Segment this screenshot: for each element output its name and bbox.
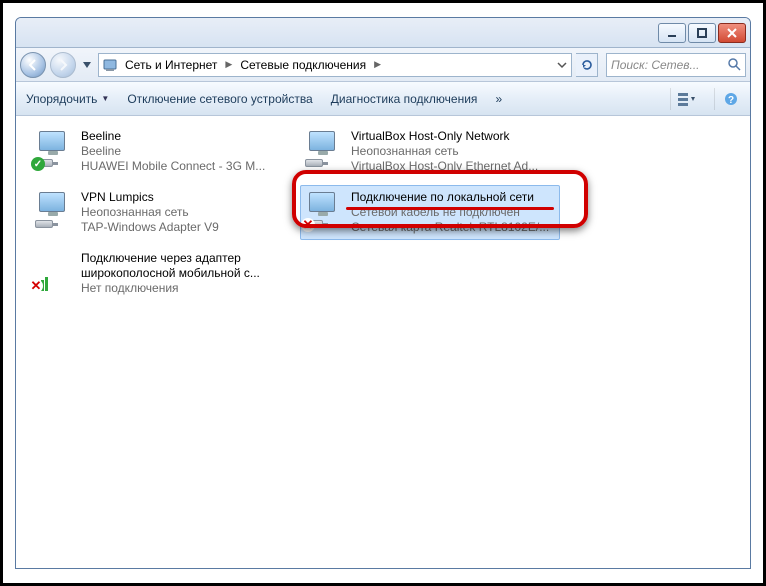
connection-name: Подключение по локальной сети bbox=[351, 190, 549, 205]
navigation-bar: Сеть и Интернет ▶ Сетевые подключения ▶ … bbox=[16, 48, 750, 82]
help-button[interactable]: ? bbox=[714, 88, 740, 110]
connection-icon bbox=[303, 129, 343, 169]
close-button[interactable] bbox=[718, 23, 746, 43]
connection-device: HUAWEI Mobile Connect - 3G M... bbox=[81, 159, 265, 174]
titlebar bbox=[16, 18, 750, 48]
maximize-button[interactable] bbox=[688, 23, 716, 43]
connection-device: VirtualBox Host-Only Ethernet Ad... bbox=[351, 159, 538, 174]
disable-device-button[interactable]: Отключение сетевого устройства bbox=[127, 92, 312, 106]
connection-device: Сетевая карта Realtek RTL8102E/... bbox=[351, 220, 549, 235]
connection-icon bbox=[33, 190, 73, 230]
breadcrumb-item[interactable]: Сеть и Интернет bbox=[125, 58, 217, 72]
search-placeholder: Поиск: Сетев... bbox=[611, 58, 700, 72]
toolbar-overflow[interactable]: » bbox=[495, 92, 502, 106]
breadcrumb-separator-icon: ▶ bbox=[223, 59, 234, 70]
connection-item-selected[interactable]: ✕ Подключение по локальной сети Сетевой … bbox=[300, 185, 560, 240]
screenshot-frame: Сеть и Интернет ▶ Сетевые подключения ▶ … bbox=[0, 0, 766, 586]
explorer-window: Сеть и Интернет ▶ Сетевые подключения ▶ … bbox=[15, 17, 751, 569]
network-connections-icon bbox=[103, 57, 119, 73]
connection-item[interactable]: VirtualBox Host-Only Network Неопознанна… bbox=[300, 124, 560, 179]
breadcrumb-item[interactable]: Сетевые подключения bbox=[240, 58, 366, 72]
connection-status: Beeline bbox=[81, 144, 265, 159]
connection-device: TAP-Windows Adapter V9 bbox=[81, 220, 219, 235]
minimize-button[interactable] bbox=[658, 23, 686, 43]
connection-icon: ✓ bbox=[33, 129, 73, 169]
content-area: ✓ Beeline Beeline HUAWEI Mobile Connect … bbox=[16, 116, 750, 568]
connection-icon: ✕ bbox=[303, 190, 343, 230]
connection-name: VPN Lumpics bbox=[81, 190, 219, 205]
connection-name: Beeline bbox=[81, 129, 265, 144]
connection-name: Подключение через адаптер bbox=[81, 251, 260, 266]
status-ok-icon: ✓ bbox=[31, 157, 45, 171]
connection-status: Нет подключения bbox=[81, 281, 260, 296]
diagnose-connection-button[interactable]: Диагностика подключения bbox=[331, 92, 478, 106]
connection-status: Сетевой кабель не подключен bbox=[351, 205, 549, 220]
view-options-button[interactable] bbox=[670, 88, 696, 110]
status-error-icon: ✕ bbox=[301, 218, 315, 232]
status-error-icon: ✕ bbox=[29, 279, 43, 293]
connection-status: Неопознанная сеть bbox=[81, 205, 219, 220]
refresh-button[interactable] bbox=[576, 53, 598, 77]
forward-button[interactable] bbox=[50, 52, 76, 78]
connection-status: Неопознанная сеть bbox=[351, 144, 538, 159]
connection-item[interactable]: ✓ Beeline Beeline HUAWEI Mobile Connect … bbox=[30, 124, 290, 179]
organize-menu[interactable]: Упорядочить▼ bbox=[26, 92, 109, 106]
connection-item[interactable]: VPN Lumpics Неопознанная сеть TAP-Window… bbox=[30, 185, 290, 240]
search-box[interactable]: Поиск: Сетев... bbox=[606, 53, 746, 77]
back-button[interactable] bbox=[20, 52, 46, 78]
command-bar: Упорядочить▼ Отключение сетевого устройс… bbox=[16, 82, 750, 116]
search-icon bbox=[728, 58, 741, 71]
connection-item[interactable]: ✕ Подключение через адаптер широкополосн… bbox=[30, 246, 290, 301]
connection-icon: ✕ bbox=[33, 251, 73, 291]
breadcrumb-separator-icon: ▶ bbox=[372, 59, 383, 70]
svg-text:?: ? bbox=[727, 95, 733, 106]
connection-name: широкополосной мобильной с... bbox=[81, 266, 260, 281]
address-dropdown-icon[interactable] bbox=[557, 60, 567, 70]
connection-name: VirtualBox Host-Only Network bbox=[351, 129, 538, 144]
chevron-down-icon: ▼ bbox=[101, 94, 109, 103]
nav-history-dropdown[interactable] bbox=[80, 52, 94, 78]
address-bar[interactable]: Сеть и Интернет ▶ Сетевые подключения ▶ bbox=[98, 53, 572, 77]
